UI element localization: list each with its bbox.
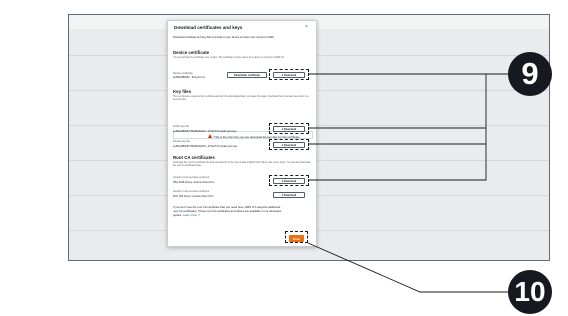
callout-leader-lines: [307, 73, 513, 293]
callout-9: 9: [508, 52, 552, 96]
callout-10: 10: [508, 270, 552, 314]
